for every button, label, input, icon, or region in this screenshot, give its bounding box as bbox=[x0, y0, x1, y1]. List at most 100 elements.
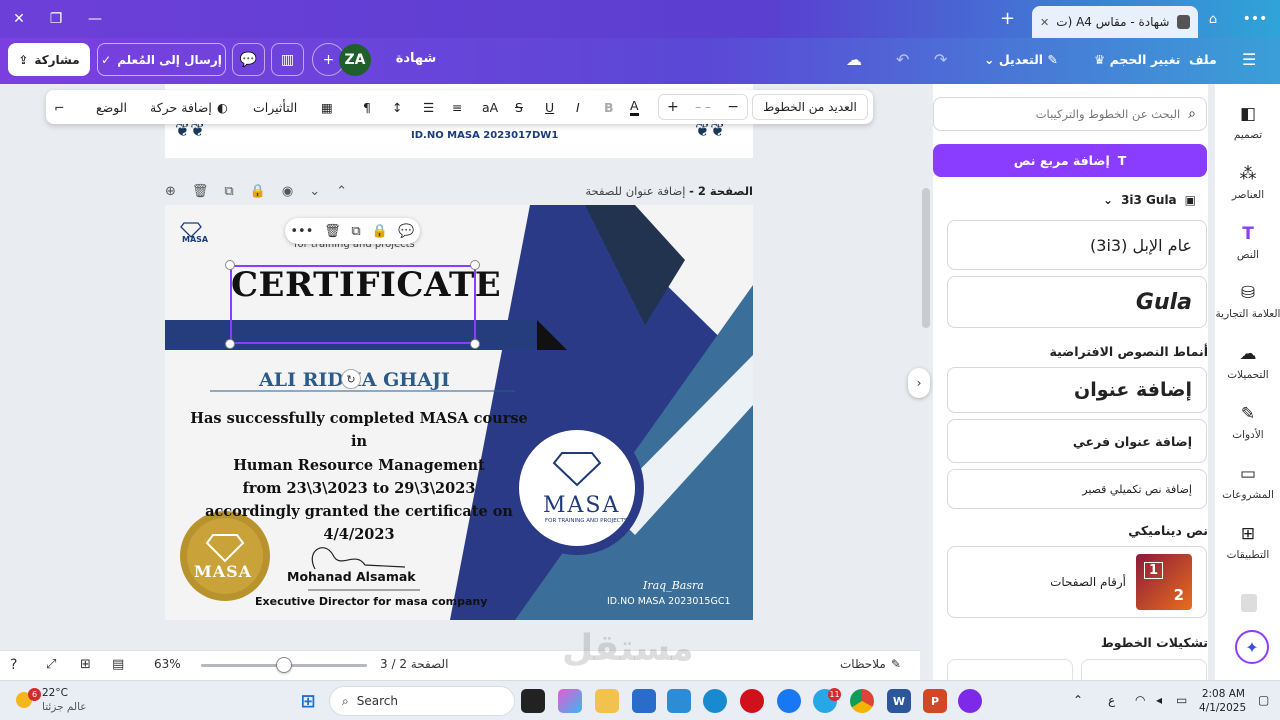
word-icon[interactable]: W bbox=[887, 689, 911, 713]
text-color-icon[interactable]: A bbox=[630, 90, 639, 124]
page-numbers-card[interactable]: 1 2 أرقام الصفحات bbox=[947, 546, 1207, 618]
spacing-icon[interactable]: ↕ bbox=[392, 90, 402, 124]
opera-icon[interactable] bbox=[740, 689, 764, 713]
transparency-icon[interactable]: ▦ bbox=[321, 90, 333, 124]
help-icon[interactable]: ? bbox=[10, 657, 17, 673]
add-text-box-button[interactable]: T إضافة مربع نص bbox=[933, 144, 1207, 177]
new-tab-button[interactable]: + bbox=[1000, 8, 1015, 29]
redo-icon[interactable]: ↷ bbox=[934, 50, 947, 69]
copilot-icon[interactable] bbox=[558, 689, 582, 713]
font-search-input[interactable]: ⌕ البحث عن الخطوط والتركيبات bbox=[933, 97, 1207, 131]
rail-apps[interactable]: ⊞ التطبيقات bbox=[1215, 524, 1280, 561]
hide-page-icon[interactable]: ◉ bbox=[282, 184, 293, 199]
rail-elements[interactable]: ⁂ العناصر bbox=[1215, 164, 1280, 201]
resize-handle[interactable] bbox=[225, 260, 235, 270]
collapse-panel-icon[interactable]: › bbox=[908, 368, 930, 398]
page-counter[interactable]: الصفحة 2 / 3 bbox=[380, 657, 448, 671]
taskbar-search[interactable]: ⌕ Search bbox=[329, 686, 515, 716]
font-preview-latin[interactable]: Gula bbox=[947, 276, 1207, 328]
undo-icon[interactable]: ↶ bbox=[896, 50, 909, 69]
rail-text[interactable]: T النص bbox=[1215, 224, 1280, 261]
resize-menu[interactable]: تغيير الحجم ♛ bbox=[1094, 52, 1180, 67]
edit-menu[interactable]: ✎ التعديل ⌄ bbox=[984, 52, 1058, 67]
canvas-scrollbar[interactable] bbox=[922, 188, 930, 328]
rail-brand[interactable]: ⛁ العلامة التجارية bbox=[1215, 283, 1280, 320]
brand-kit-selector[interactable]: ▣ 3i3 Gula ⌄ bbox=[1103, 193, 1196, 207]
city-text[interactable]: Iraq_Basra bbox=[643, 579, 704, 592]
add-heading-button[interactable]: إضافة عنوان bbox=[947, 367, 1207, 413]
decrease-size-icon[interactable]: − bbox=[727, 99, 739, 115]
comment-button[interactable]: 💬 bbox=[232, 43, 265, 76]
canva-app-icon[interactable] bbox=[958, 689, 982, 713]
grid-view-icon[interactable]: ⊞ bbox=[80, 657, 91, 672]
avatar[interactable]: ZA bbox=[339, 44, 371, 76]
share-button[interactable]: مشاركة ⇪ bbox=[8, 43, 90, 76]
insights-button[interactable]: ▥ bbox=[271, 43, 304, 76]
minimize-window-icon[interactable]: — bbox=[84, 8, 106, 30]
battery-icon[interactable]: ▭ bbox=[1176, 693, 1187, 707]
chevron-up-icon[interactable]: ⌃ bbox=[336, 184, 347, 199]
effects-button[interactable]: التأثيرات bbox=[253, 90, 297, 124]
paint-format-icon[interactable]: ⌐ bbox=[54, 90, 64, 124]
resize-handle[interactable] bbox=[470, 339, 480, 349]
delete-icon[interactable]: 🗑 bbox=[324, 224, 341, 239]
signer-title[interactable]: Executive Director for masa company bbox=[255, 595, 487, 608]
certificate-page[interactable]: MASA for training and projects CERTIFICA… bbox=[165, 205, 753, 620]
more-menu-icon[interactable]: ••• bbox=[1243, 10, 1268, 28]
font-size-stepper[interactable]: + – – − bbox=[658, 94, 748, 120]
tab-certificate[interactable]: شهادة - مقاس A4 (ت... ✕ bbox=[1032, 6, 1198, 38]
rail-tools[interactable]: ✎ الأدوات bbox=[1215, 404, 1280, 441]
resize-handle[interactable] bbox=[470, 260, 480, 270]
chrome-icon[interactable] bbox=[850, 689, 874, 713]
list-icon[interactable]: ☰ bbox=[423, 90, 434, 124]
combo-card[interactable] bbox=[1081, 659, 1207, 680]
clock[interactable]: 2:08 AM 4/1/2025 bbox=[1199, 687, 1246, 715]
letter-case-button[interactable]: aA bbox=[482, 90, 498, 124]
align-center-icon[interactable]: ≡ bbox=[452, 90, 462, 124]
recent-app-thumbnail[interactable] bbox=[1241, 594, 1257, 612]
zoom-app-icon[interactable] bbox=[667, 689, 691, 713]
rail-design[interactable]: ◧ تصميم bbox=[1215, 104, 1280, 141]
show-hidden-icons-icon[interactable]: ⌃ bbox=[1073, 693, 1083, 707]
file-menu[interactable]: ملف bbox=[1189, 52, 1217, 67]
notes-button[interactable]: ✎ ملاحظات bbox=[840, 657, 901, 671]
edge-icon[interactable] bbox=[703, 689, 727, 713]
add-page-icon[interactable]: ⊕ bbox=[165, 184, 176, 199]
restore-window-icon[interactable]: ❐ bbox=[45, 8, 67, 30]
underline-button[interactable]: U bbox=[545, 90, 554, 124]
add-comment-icon[interactable]: 💬 bbox=[398, 224, 414, 239]
page-title[interactable]: الصفحة 2 - إضافة عنوان للصفحة bbox=[585, 184, 753, 198]
lock-page-icon[interactable]: 🔒 bbox=[250, 184, 266, 199]
cert-body[interactable]: Has successfully completed MASA course i… bbox=[185, 407, 533, 547]
zoom-slider-handle[interactable] bbox=[276, 657, 292, 673]
rail-projects[interactable]: ▭ المشروعات bbox=[1215, 464, 1280, 501]
combo-card[interactable] bbox=[947, 659, 1073, 680]
add-subheading-button[interactable]: إضافة عنوان فرعي bbox=[947, 419, 1207, 463]
position-button[interactable]: الوضع bbox=[96, 90, 127, 124]
signer-name[interactable]: Mohanad Alsamak bbox=[287, 569, 416, 584]
language-indicator[interactable]: ع bbox=[1108, 693, 1115, 707]
cert-id[interactable]: ID.NO MASA 2023015GC1 bbox=[607, 596, 731, 607]
add-body-text-button[interactable]: إضافة نص تكميلي قصير bbox=[947, 469, 1207, 509]
close-window-icon[interactable]: ✕ bbox=[8, 8, 30, 30]
powerpoint-icon[interactable]: P bbox=[923, 689, 947, 713]
zoom-level[interactable]: 63% bbox=[154, 657, 181, 671]
facebook-icon[interactable] bbox=[777, 689, 801, 713]
home-icon[interactable]: ⌂ bbox=[1204, 10, 1222, 28]
close-tab-icon[interactable]: ✕ bbox=[1040, 16, 1049, 29]
paragraph-icon[interactable]: ¶ bbox=[363, 90, 371, 124]
more-options-icon[interactable]: ••• bbox=[290, 224, 313, 239]
page-view-icon[interactable]: ▤ bbox=[112, 657, 124, 672]
delete-page-icon[interactable]: 🗑 bbox=[192, 184, 209, 199]
italic-button[interactable]: I bbox=[576, 90, 580, 124]
notifications-icon[interactable]: ▢ bbox=[1258, 693, 1269, 707]
rail-uploads[interactable]: ☁ التحميلات bbox=[1215, 344, 1280, 381]
file-explorer-icon[interactable] bbox=[595, 689, 619, 713]
volume-icon[interactable]: ◂ bbox=[1156, 693, 1162, 707]
fullscreen-icon[interactable]: ⤢ bbox=[46, 657, 56, 672]
doc-title[interactable]: شهادة bbox=[386, 51, 446, 66]
duplicate-icon[interactable]: ⧉ bbox=[351, 224, 360, 239]
magic-assistant-icon[interactable]: ✦ bbox=[1235, 630, 1269, 664]
resize-handle[interactable] bbox=[225, 339, 235, 349]
font-size-value[interactable]: – – bbox=[695, 100, 711, 114]
